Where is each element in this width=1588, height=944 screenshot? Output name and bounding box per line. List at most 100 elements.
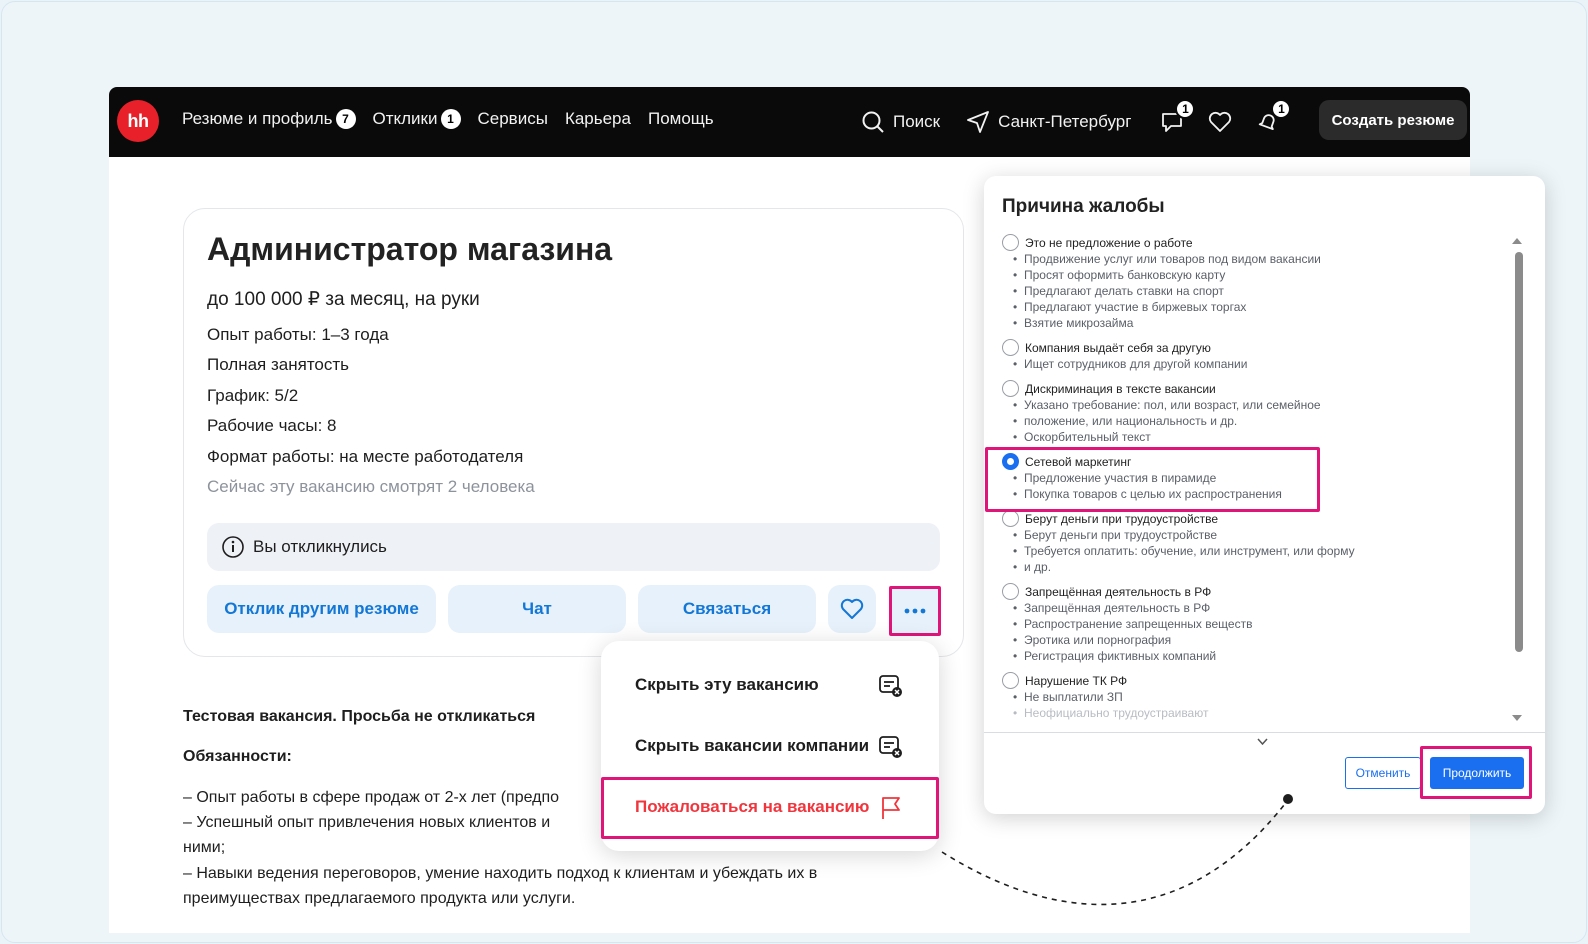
reason-detail-cont: положение, или национальность и др.	[1013, 413, 1237, 429]
reason-detail-cont: и др.	[1013, 559, 1051, 575]
respond-other-resume-button[interactable]: Отклик другим резюме	[207, 585, 436, 633]
reason-label: Запрещённая деятельность в РФ	[1025, 584, 1212, 599]
panel-divider	[984, 732, 1545, 733]
reason-label: Это не предложение о работе	[1025, 235, 1193, 250]
chat-vacancy-button[interactable]: Чат	[448, 585, 626, 633]
reason-not-job-offer[interactable]: Это не предложение о работе	[1002, 234, 1193, 251]
vacancy-salary: до 100 000 ₽ за месяц, на руки	[207, 289, 480, 310]
more-actions-button[interactable]	[889, 586, 941, 636]
cancel-button[interactable]: Отменить	[1345, 757, 1421, 789]
selected-reason-highlight	[985, 447, 1320, 512]
reason-detail: Взятие микрозайма	[1013, 315, 1133, 331]
description-line: преимуществах предлагаемого продукта или…	[183, 890, 576, 907]
heart-icon	[840, 598, 864, 619]
vacancy-title: Администратор магазина	[207, 231, 613, 267]
reason-detail: Распространение запрещенных веществ	[1013, 616, 1252, 632]
hide-company-icon	[879, 736, 902, 758]
reason-label: Дискриминация в тексте вакансии	[1025, 381, 1216, 396]
complaint-title: Причина жалобы	[1002, 196, 1165, 217]
reason-detail: Продвижение услуг или товаров под видом …	[1013, 251, 1321, 267]
vacancy-experience: Опыт работы: 1–3 года	[207, 325, 389, 344]
main-nav: Резюме и профиль 7 Отклики 1 Сервисы Кар…	[182, 109, 731, 129]
hide-vacancy-icon	[879, 675, 902, 697]
flag-icon	[882, 797, 900, 819]
vacancy-card: Администратор магазина до 100 000 ₽ за м…	[183, 208, 964, 657]
chat-button[interactable]: 1	[1157, 99, 1196, 137]
vacancy-hours: Рабочие часы: 8	[207, 416, 337, 435]
radio-button[interactable]	[1002, 380, 1019, 397]
radio-button[interactable]	[1002, 339, 1019, 356]
reason-detail: Требуется оплатить: обучение, или инстру…	[1013, 543, 1355, 559]
search-button[interactable]: Поиск	[861, 110, 940, 134]
reason-label: Компания выдаёт себя за другую	[1025, 340, 1211, 355]
radio-button[interactable]	[1002, 583, 1019, 600]
reason-detail: Оскорбительный текст	[1013, 429, 1151, 445]
radio-button[interactable]	[1002, 234, 1019, 251]
nav-career[interactable]: Карьера	[565, 109, 631, 129]
scrollbar-thumb[interactable]	[1515, 252, 1523, 652]
reason-detail: Предлагают делать ставки на спорт	[1013, 283, 1224, 299]
reason-label: Нарушение ТК РФ	[1025, 673, 1128, 688]
reason-detail: Не выплатили ЗП	[1013, 689, 1123, 705]
reason-prohibited-activity[interactable]: Запрещённая деятельность в РФ	[1002, 583, 1211, 600]
more-actions-menu: Скрыть эту вакансию Скрыть вакансии комп…	[601, 641, 939, 851]
vacancy-schedule: График: 5/2	[207, 386, 299, 405]
city-label: Санкт-Петербург	[998, 112, 1132, 131]
report-vacancy-item[interactable]: Пожаловаться на вакансию	[635, 797, 869, 817]
description-line: – Навыки ведения переговоров, умение нах…	[183, 865, 818, 882]
top-navbar: hh Резюме и профиль 7 Отклики 1 Сервисы …	[109, 87, 1470, 157]
search-label: Поиск	[893, 112, 941, 131]
scroll-down-icon[interactable]	[1512, 715, 1522, 721]
reason-detail: Запрещённая деятельность в РФ	[1013, 600, 1210, 616]
more-dots-icon	[904, 608, 926, 614]
radio-button[interactable]	[1002, 672, 1019, 689]
favorites-button[interactable]	[1205, 107, 1235, 137]
reason-impersonation[interactable]: Компания выдаёт себя за другую	[1002, 339, 1211, 356]
description-line: – Опыт работы в сфере продаж от 2-х лет …	[183, 789, 560, 806]
info-icon	[222, 536, 244, 558]
nav-responses-label: Отклики	[372, 109, 438, 128]
city-selector[interactable]: Санкт-Петербург	[966, 110, 1131, 134]
description-line: – Успешный опыт привлечения новых клиент…	[183, 814, 551, 831]
reason-detail: Просят оформить банковскую карту	[1013, 267, 1225, 283]
nav-responses[interactable]: Отклики 1	[373, 109, 461, 129]
chat-badge: 1	[1175, 99, 1196, 119]
hh-logo[interactable]: hh	[117, 100, 159, 142]
reason-labor-code-violation[interactable]: Нарушение ТК РФ	[1002, 672, 1127, 689]
hide-vacancy-item[interactable]: Скрыть эту вакансию	[635, 675, 819, 695]
notifications-button[interactable]: 1	[1253, 99, 1292, 137]
reason-charge-for-hiring[interactable]: Берут деньги при трудоустройстве	[1002, 510, 1218, 527]
nav-right: Поиск Санкт-Петербург 1 1	[861, 87, 1301, 157]
responses-count-badge: 1	[440, 109, 461, 129]
contact-button[interactable]: Связаться	[638, 585, 816, 633]
location-arrow-icon	[967, 111, 990, 133]
nav-services[interactable]: Сервисы	[478, 109, 548, 129]
reason-detail: Регистрация фиктивных компаний	[1013, 648, 1216, 664]
vacancy-actions: Отклик другим резюме Чат Связаться	[207, 585, 876, 633]
description-heading: Тестовая вакансия. Просьба не откликатьс…	[183, 708, 536, 725]
resume-count-badge: 7	[335, 109, 356, 129]
reason-detail: Ищет сотрудников для другой компании	[1013, 356, 1247, 372]
reason-label: Берут деньги при трудоустройстве	[1025, 511, 1219, 526]
description-line: ними;	[183, 839, 226, 856]
vacancy-employment: Полная занятость	[207, 355, 350, 374]
notifications-badge: 1	[1271, 99, 1292, 119]
description-duties: Обязанности:	[183, 748, 292, 765]
hide-company-vacancies-item[interactable]: Скрыть вакансии компании	[635, 736, 869, 756]
nav-help[interactable]: Помощь	[648, 109, 714, 129]
responded-label: Вы откликнулись	[253, 537, 387, 556]
favorite-vacancy-button[interactable]	[828, 585, 876, 633]
nav-resume-profile[interactable]: Резюме и профиль 7	[182, 109, 356, 129]
reason-detail: Неофициально трудоустраивают	[1013, 705, 1208, 720]
reason-detail: Эротика или порнография	[1013, 632, 1171, 648]
reason-discrimination[interactable]: Дискриминация в тексте вакансии	[1002, 380, 1216, 397]
heart-icon	[1209, 111, 1232, 132]
responded-notice: Вы откликнулись	[207, 523, 940, 571]
reason-detail: Указано требование: пол, или возраст, ил…	[1013, 397, 1321, 413]
continue-button[interactable]: Продолжить	[1430, 757, 1524, 789]
scroll-up-icon[interactable]	[1512, 238, 1522, 244]
expand-chevron-icon[interactable]	[1257, 738, 1268, 746]
vacancy-work-format: Формат работы: на месте работодателя	[207, 447, 524, 466]
radio-button[interactable]	[1002, 510, 1019, 527]
create-resume-button[interactable]: Создать резюме	[1319, 100, 1467, 140]
